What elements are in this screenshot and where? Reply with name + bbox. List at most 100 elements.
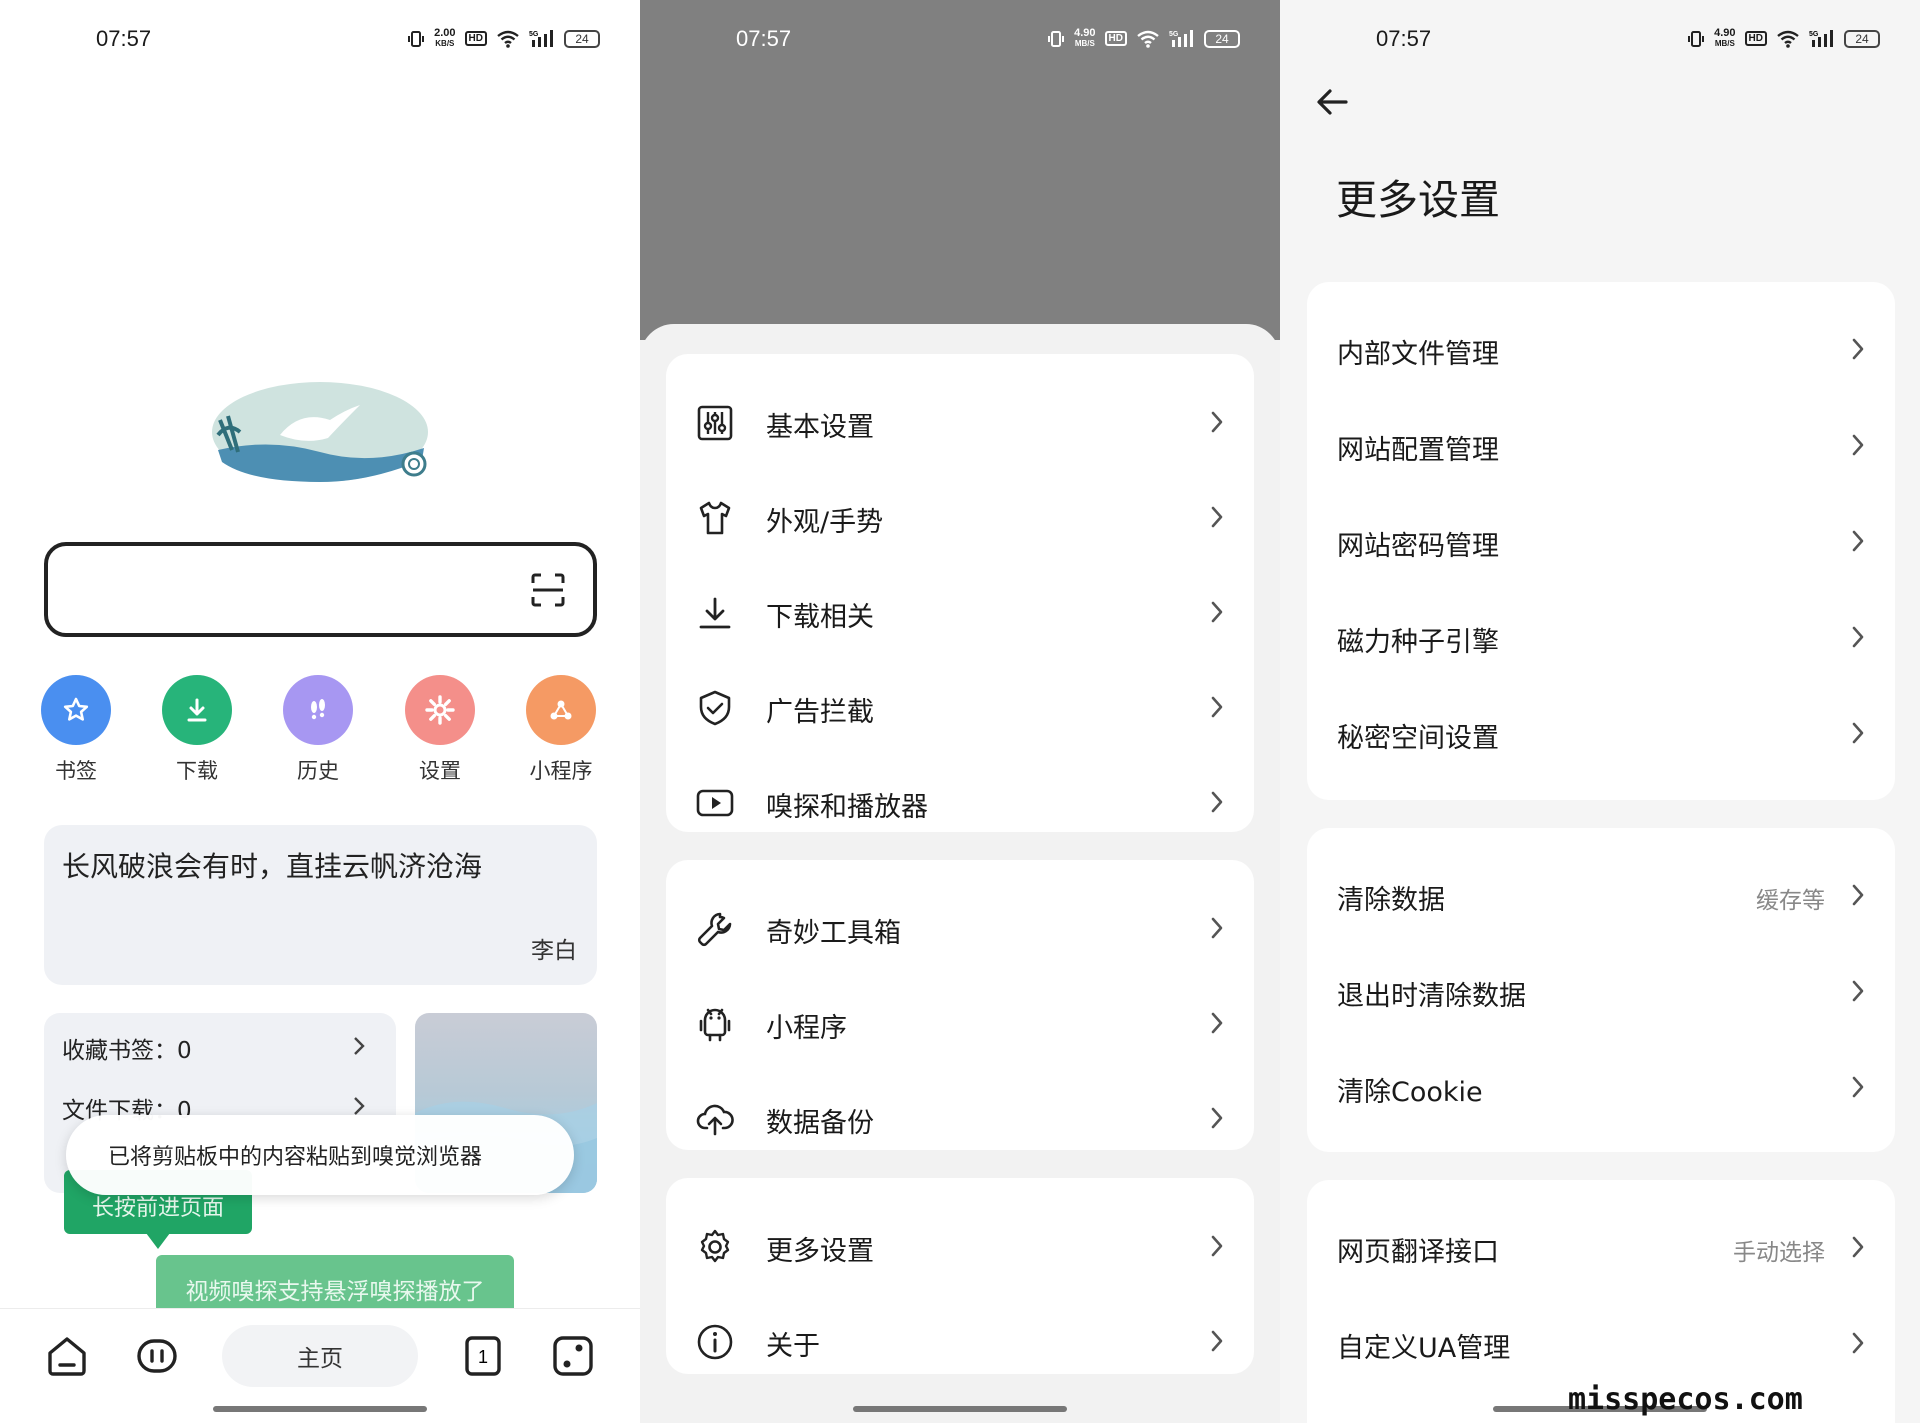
status-time: 07:57 [1376, 26, 1432, 51]
chevron-right-icon [1851, 432, 1865, 462]
battery-indicator: 24 [1844, 29, 1880, 48]
menu-bottom-sheet: 基本设置外观/手势 下载相关 广告拦截嗅探和播放器 奇妙工具箱小程序数据备份 更多设… [640, 324, 1280, 1423]
menu-item-0-0[interactable]: 基本设置 [666, 376, 1254, 470]
shield-icon [696, 689, 734, 727]
settings-item-value: 手动选择 [1733, 1240, 1825, 1266]
svg-text:5G: 5G [1169, 31, 1179, 38]
settings-item-2-0[interactable]: 网页翻译接口 手动选择 [1307, 1200, 1895, 1296]
scan-icon[interactable] [531, 573, 565, 607]
sniffer-icon[interactable] [132, 1331, 182, 1381]
menu-item-2-0[interactable]: 更多设置 [666, 1200, 1254, 1294]
menu-item-label: 嗅探和播放器 [766, 792, 928, 823]
settings-item-label: 清除数据 [1337, 885, 1445, 916]
chevron-right-icon [1851, 1074, 1865, 1104]
quick-link-label: 书签 [55, 759, 97, 783]
settings-group-management: 内部文件管理网站配置管理 网站密码管理 磁力种子引擎 秘密空间设置 [1307, 282, 1895, 800]
chevron-right-icon [1210, 915, 1224, 945]
wifi-icon [1776, 30, 1800, 48]
quick-link-3[interactable]: 设置 [400, 675, 480, 785]
svg-text:5G: 5G [1809, 31, 1819, 38]
settings-item-0-3[interactable]: 磁力种子引擎 [1307, 590, 1895, 686]
settings-item-label: 秘密空间设置 [1337, 723, 1499, 754]
speed-value: 2.00 [434, 27, 456, 39]
menu-group-main: 基本设置外观/手势 下载相关 广告拦截嗅探和播放器 [666, 354, 1254, 832]
settings-item-0-2[interactable]: 网站密码管理 [1307, 494, 1895, 590]
wrench-icon [696, 910, 734, 948]
chevron-right-icon [1210, 599, 1224, 629]
chevron-right-icon [352, 1035, 366, 1063]
back-arrow-icon[interactable] [1314, 84, 1350, 120]
settings-item-label: 网站配置管理 [1337, 435, 1499, 466]
settings-item-label: 磁力种子引擎 [1337, 627, 1499, 658]
speed-unit: KB/S [435, 39, 455, 48]
vibrate-icon [1687, 30, 1705, 48]
menu-item-1-1[interactable]: 小程序 [666, 977, 1254, 1071]
share-icon [526, 675, 596, 745]
home-screen: 07:57 2.00 KB/S HD 5G 24 书签 下载 历史 设置 小程序… [0, 0, 640, 1423]
tabs-button[interactable]: 1 [458, 1331, 508, 1381]
poem-author: 李白 [531, 938, 577, 964]
gesture-handle [213, 1406, 427, 1412]
page-title: 更多设置 [1336, 176, 1500, 224]
menu-item-0-3[interactable]: 广告拦截 [666, 661, 1254, 755]
quick-link-0[interactable]: 书签 [36, 675, 116, 785]
menu-item-2-1[interactable]: 关于 [666, 1295, 1254, 1389]
settings-item-label: 清除Cookie [1337, 1077, 1483, 1108]
settings-menu-screen: 07:57 4.90 MB/S HD 5G 24 基本设置外观/手势 下载相关 广告拦… [640, 0, 1280, 1423]
wifi-icon [496, 30, 520, 48]
menu-item-1-2[interactable]: 数据备份 [666, 1072, 1254, 1166]
settings-item-1-1[interactable]: 退出时清除数据 [1307, 944, 1895, 1040]
settings-item-1-2[interactable]: 清除Cookie [1307, 1040, 1895, 1136]
quick-link-2[interactable]: 历史 [278, 675, 358, 785]
play-icon [696, 784, 734, 822]
settings-item-0-4[interactable]: 秘密空间设置 [1307, 686, 1895, 782]
vibrate-icon [407, 30, 425, 48]
home-tab-label: 主页 [297, 1346, 343, 1372]
speed-value: 4.90 [1714, 27, 1736, 39]
status-time: 07:57 [96, 26, 152, 51]
menu-icon[interactable] [548, 1331, 598, 1381]
menu-item-0-1[interactable]: 外观/手势 [666, 471, 1254, 565]
chevron-right-icon [1851, 978, 1865, 1008]
settings-item-2-1[interactable]: 自定义UA管理 [1307, 1296, 1895, 1392]
quick-link-label: 历史 [297, 759, 339, 783]
settings-item-0-0[interactable]: 内部文件管理 [1307, 302, 1895, 398]
settings-item-0-1[interactable]: 网站配置管理 [1307, 398, 1895, 494]
battery-indicator: 24 [564, 29, 600, 48]
settings-item-label: 网站密码管理 [1337, 531, 1499, 562]
speed-unit: MB/S [1074, 39, 1095, 48]
settings-item-label: 网页翻译接口 [1337, 1237, 1499, 1268]
menu-item-1-0[interactable]: 奇妙工具箱 [666, 882, 1254, 976]
speed-value: 4.90 [1074, 27, 1096, 39]
home-icon[interactable] [42, 1331, 92, 1381]
menu-group-misc: 更多设置关于 [666, 1178, 1254, 1374]
watermark-text: misspecos.com [1568, 1382, 1803, 1417]
network-speed: 4.90 MB/S [1074, 28, 1095, 49]
cellular-signal-icon: 5G [1169, 29, 1195, 49]
quick-link-4[interactable]: 小程序 [521, 675, 601, 785]
daily-poem-card[interactable]: 长风破浪会有时，直挂云帆济沧海 李白 [44, 825, 597, 985]
svg-text:5G: 5G [529, 31, 539, 38]
settings-item-1-0[interactable]: 清除数据 缓存等 [1307, 848, 1895, 944]
home-tab-button[interactable]: 主页 [222, 1325, 418, 1387]
chevron-right-icon [1210, 1105, 1224, 1135]
menu-item-0-2[interactable]: 下载相关 [666, 566, 1254, 660]
menu-item-label: 基本设置 [766, 412, 874, 443]
download-icon [696, 594, 734, 632]
tooltip-arrow [146, 1233, 170, 1249]
gear-icon [405, 675, 475, 745]
chevron-right-icon [1851, 336, 1865, 366]
speed-unit: MB/S [1714, 39, 1735, 48]
quick-link-label: 设置 [419, 759, 461, 783]
chevron-right-icon [1851, 720, 1865, 750]
quick-link-label: 下载 [176, 759, 218, 783]
bookmark-count-row[interactable]: 收藏书签：0 [62, 1031, 378, 1065]
chevron-right-icon [1210, 694, 1224, 724]
menu-item-0-4[interactable]: 嗅探和播放器 [666, 756, 1254, 850]
status-bar: 07:57 4.90 MB/S HD 5G 24 [640, 18, 1280, 62]
menu-item-label: 关于 [766, 1331, 820, 1362]
menu-group-tools: 奇妙工具箱 小程序 数据备份 [666, 860, 1254, 1150]
menu-item-label: 小程序 [766, 1013, 847, 1044]
search-input[interactable] [44, 542, 597, 637]
quick-link-1[interactable]: 下载 [157, 675, 237, 785]
